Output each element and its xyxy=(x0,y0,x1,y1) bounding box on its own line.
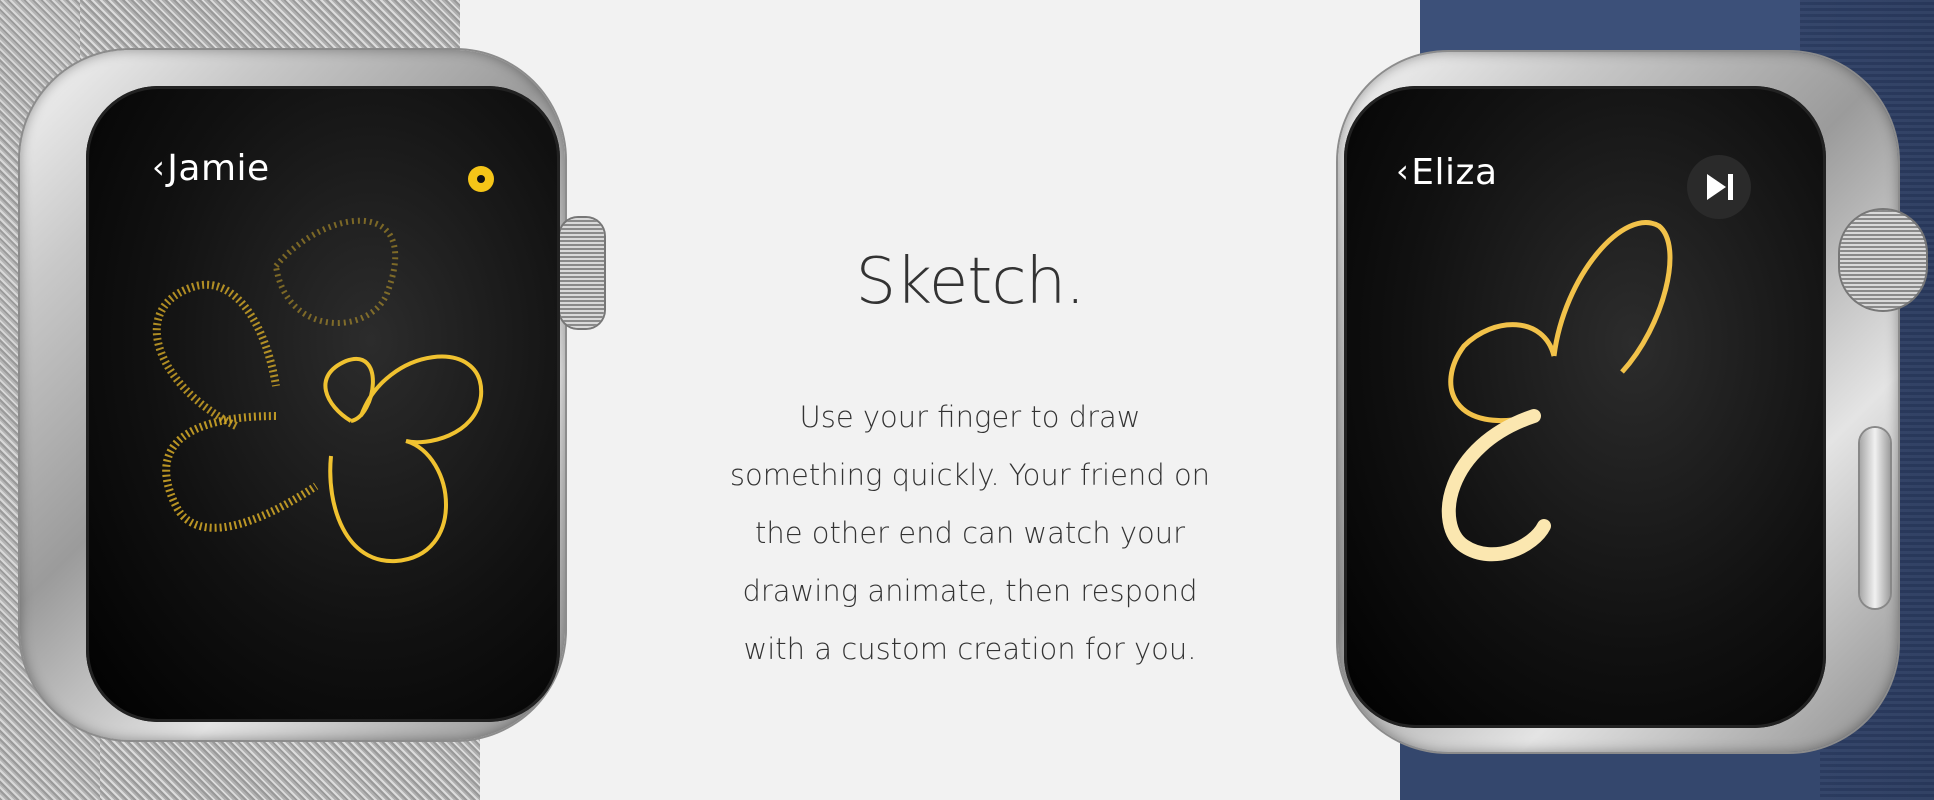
right-digital-crown[interactable] xyxy=(1840,210,1926,310)
leather-band-top xyxy=(1420,0,1800,60)
right-watch-screen: ‹Eliza xyxy=(1344,86,1826,728)
left-watch-screen: ‹Jamie xyxy=(86,86,560,722)
left-digital-crown[interactable] xyxy=(560,218,604,328)
heart-sketch xyxy=(1441,220,1673,562)
description-line: something quickly. Your friend on xyxy=(729,458,1211,492)
description-line: with a custom creation for you. xyxy=(743,632,1197,666)
page-title: Sketch. xyxy=(855,245,1086,319)
description-line: the other end can watch your xyxy=(754,516,1186,550)
right-side-button[interactable] xyxy=(1860,428,1890,608)
description-line: drawing animate, then respond xyxy=(742,574,1198,608)
flower-sketch xyxy=(152,217,484,564)
feature-description: Use your finger to draw something quickl… xyxy=(700,388,1240,678)
description-line: Use your finger to draw xyxy=(799,400,1141,434)
